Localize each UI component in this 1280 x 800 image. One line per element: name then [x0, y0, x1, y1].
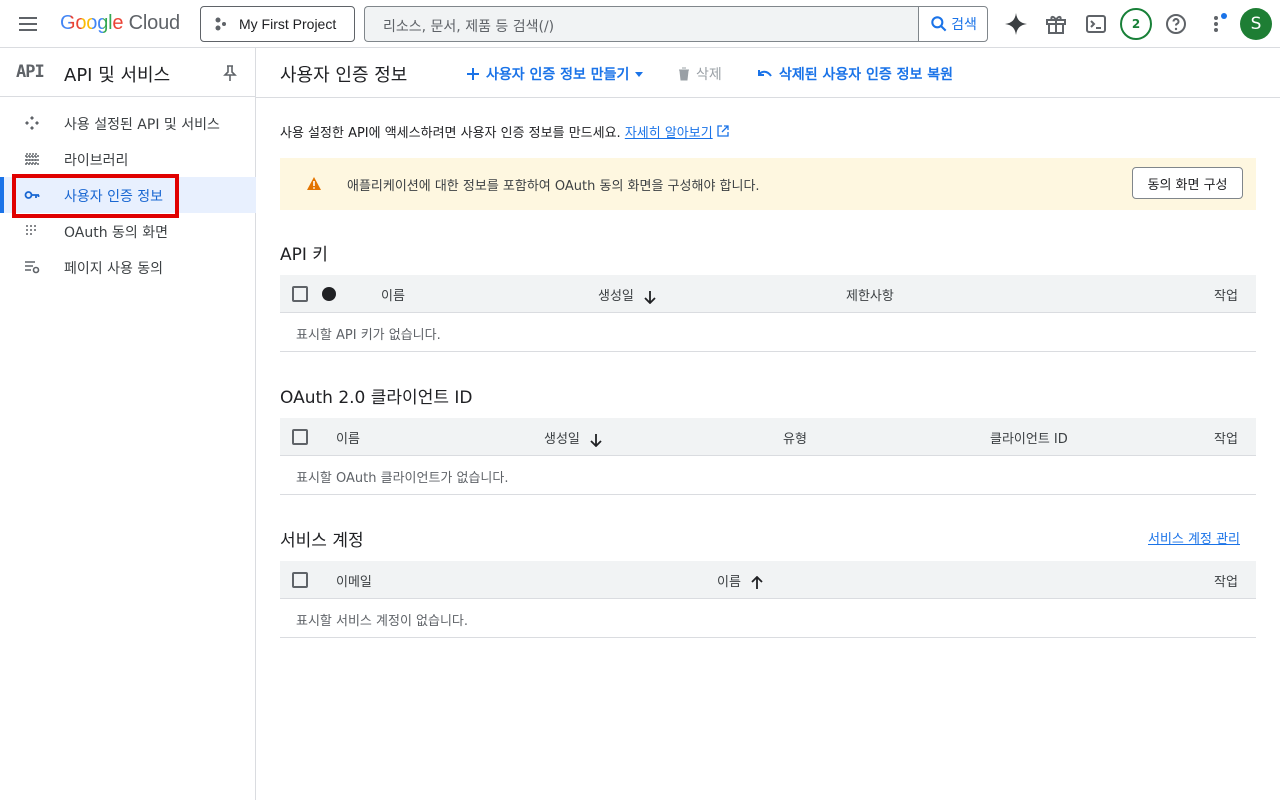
configure-consent-button[interactable]: 동의 화면 구성 — [1132, 167, 1243, 199]
intro-description: 사용 설정한 API에 액세스하려면 사용자 인증 정보를 만드세요. — [280, 126, 621, 141]
column-created[interactable]: 생성일 — [598, 285, 656, 304]
pin-icon[interactable] — [222, 64, 238, 82]
sidebar-item-label: 라이브러리 — [64, 153, 129, 169]
api-logo: API — [16, 62, 45, 82]
gift-icon[interactable] — [1044, 12, 1068, 36]
column-client-id: 클라이언트 ID — [990, 432, 1068, 447]
empty-message: 표시할 API 키가 없습니다. — [296, 328, 441, 343]
trash-icon — [679, 67, 689, 81]
external-link-icon — [717, 125, 729, 137]
warning-text: 애플리케이션에 대한 정보를 포함하여 OAuth 동의 화면을 구성해야 합니… — [347, 179, 760, 194]
sidebar-item-label: 페이지 사용 동의 — [64, 261, 164, 277]
cloud-shell-icon[interactable] — [1084, 12, 1108, 36]
intro-text: 사용 설정한 API에 액세스하려면 사용자 인증 정보를 만드세요. 자세히 … — [280, 122, 729, 141]
service-accounts-title: 서비스 계정 — [280, 531, 364, 551]
enabled-apis-icon — [25, 116, 39, 130]
oauth-empty-row: 표시할 OAuth 클라이언트가 없습니다. — [280, 456, 1256, 495]
warning-icon — [307, 177, 321, 190]
arrow-down-icon — [590, 433, 602, 447]
create-credentials-label: 사용자 인증 정보 만들기 — [486, 67, 630, 83]
google-cloud-logo[interactable]: Google Cloud — [60, 12, 180, 35]
sidebar-item-oauth-consent[interactable]: OAuth 동의 화면 — [0, 213, 256, 249]
service-accounts-header: 이메일 이름 작업 — [280, 561, 1256, 599]
avatar[interactable]: S — [1240, 8, 1272, 40]
api-keys-empty-row: 표시할 API 키가 없습니다. — [280, 313, 1256, 352]
column-created[interactable]: 생성일 — [544, 428, 602, 447]
project-dots-icon — [215, 17, 226, 31]
select-all-checkbox[interactable] — [292, 572, 308, 588]
notifications-badge[interactable]: 2 — [1120, 8, 1152, 40]
arrow-down-icon — [644, 290, 656, 304]
sidebar-item-library[interactable]: 라이브러리 — [0, 141, 256, 177]
column-email[interactable]: 이메일 — [336, 571, 372, 590]
highlight-box — [12, 174, 179, 218]
service-accounts-empty-row: 표시할 서비스 계정이 없습니다. — [280, 599, 1256, 638]
dropdown-arrow-icon — [635, 71, 644, 77]
gemini-icon[interactable] — [1004, 12, 1028, 36]
create-credentials-button[interactable]: 사용자 인증 정보 만들기 — [466, 64, 644, 84]
column-name-label: 이름 — [717, 575, 741, 590]
status-dot — [322, 287, 336, 301]
sidebar-item-label: 사용 설정된 API 및 서비스 — [64, 117, 220, 133]
logo-google: Google — [60, 12, 124, 34]
page-usage-icon — [25, 261, 40, 274]
search-button-label: 검색 — [951, 17, 977, 33]
column-name[interactable]: 이름 — [336, 428, 360, 447]
restore-label: 삭제된 사용자 인증 정보 복원 — [779, 67, 954, 83]
column-name[interactable]: 이름 — [381, 285, 405, 304]
empty-message: 표시할 서비스 계정이 없습니다. — [296, 614, 469, 629]
page-title: 사용자 인증 정보 — [280, 65, 408, 86]
manage-service-accounts-link[interactable]: 서비스 계정 관리 — [1148, 528, 1240, 547]
add-icon — [467, 68, 479, 80]
sidebar: API API 및 서비스 사용 설정된 API 및 서비스 라이브러리 사용자… — [0, 48, 256, 800]
search-button[interactable]: 검색 — [918, 6, 988, 42]
undo-icon — [758, 70, 772, 77]
restore-credentials-button[interactable]: 삭제된 사용자 인증 정보 복원 — [757, 64, 953, 84]
search-placeholder: 리소스, 문서, 제품 등 검색(/) — [383, 19, 555, 35]
empty-message: 표시할 OAuth 클라이언트가 없습니다. — [296, 471, 509, 486]
configure-consent-label: 동의 화면 구성 — [1147, 177, 1228, 193]
learn-more-link[interactable]: 자세히 알아보기 — [625, 126, 713, 141]
api-keys-title: API 키 — [280, 245, 328, 265]
menu-icon[interactable] — [16, 12, 40, 36]
oauth-header: 이름 생성일 유형 클라이언트 ID 작업 — [280, 418, 1256, 456]
oauth-title: OAuth 2.0 클라이언트 ID — [280, 388, 473, 408]
library-icon — [25, 153, 39, 165]
sidebar-item-enabled-apis[interactable]: 사용 설정된 API 및 서비스 — [0, 105, 256, 141]
column-restrictions: 제한사항 — [846, 289, 894, 304]
project-name: My First Project — [239, 16, 337, 32]
sidebar-header: API API 및 서비스 — [0, 48, 255, 97]
select-all-checkbox[interactable] — [292, 286, 308, 302]
column-actions: 작업 — [1214, 432, 1238, 447]
api-keys-header: 이름 생성일 제한사항 작업 — [280, 275, 1256, 313]
page-header: 사용자 인증 정보 사용자 인증 정보 만들기 삭제 삭제된 사용자 인증 정보… — [256, 48, 1280, 98]
delete-label: 삭제 — [696, 67, 722, 83]
arrow-up-icon — [751, 575, 763, 589]
column-name[interactable]: 이름 — [717, 571, 763, 590]
warning-banner: 애플리케이션에 대한 정보를 포함하여 OAuth 동의 화면을 구성해야 합니… — [280, 158, 1256, 210]
select-all-checkbox[interactable] — [292, 429, 308, 445]
search-icon — [931, 16, 947, 32]
sidebar-item-page-usage[interactable]: 페이지 사용 동의 — [0, 249, 256, 285]
oauth-consent-icon — [26, 225, 36, 235]
column-type: 유형 — [783, 432, 807, 447]
notification-count: 2 — [1131, 17, 1141, 31]
logo-cloud: Cloud — [128, 12, 180, 34]
search-input[interactable]: 리소스, 문서, 제품 등 검색(/) — [364, 6, 919, 42]
avatar-initial: S — [1250, 14, 1262, 34]
column-actions: 작업 — [1214, 575, 1238, 590]
top-bar: Google Cloud My First Project 리소스, 문서, 제… — [0, 0, 1280, 48]
column-actions: 작업 — [1214, 289, 1238, 304]
delete-button[interactable]: 삭제 — [678, 64, 722, 84]
column-created-label: 생성일 — [544, 432, 580, 447]
sidebar-item-label: OAuth 동의 화면 — [64, 225, 169, 241]
update-dot — [1221, 13, 1227, 19]
help-icon[interactable] — [1164, 12, 1188, 36]
column-created-label: 생성일 — [598, 289, 634, 304]
project-picker[interactable]: My First Project — [200, 6, 355, 42]
sidebar-title: API 및 서비스 — [64, 65, 171, 86]
